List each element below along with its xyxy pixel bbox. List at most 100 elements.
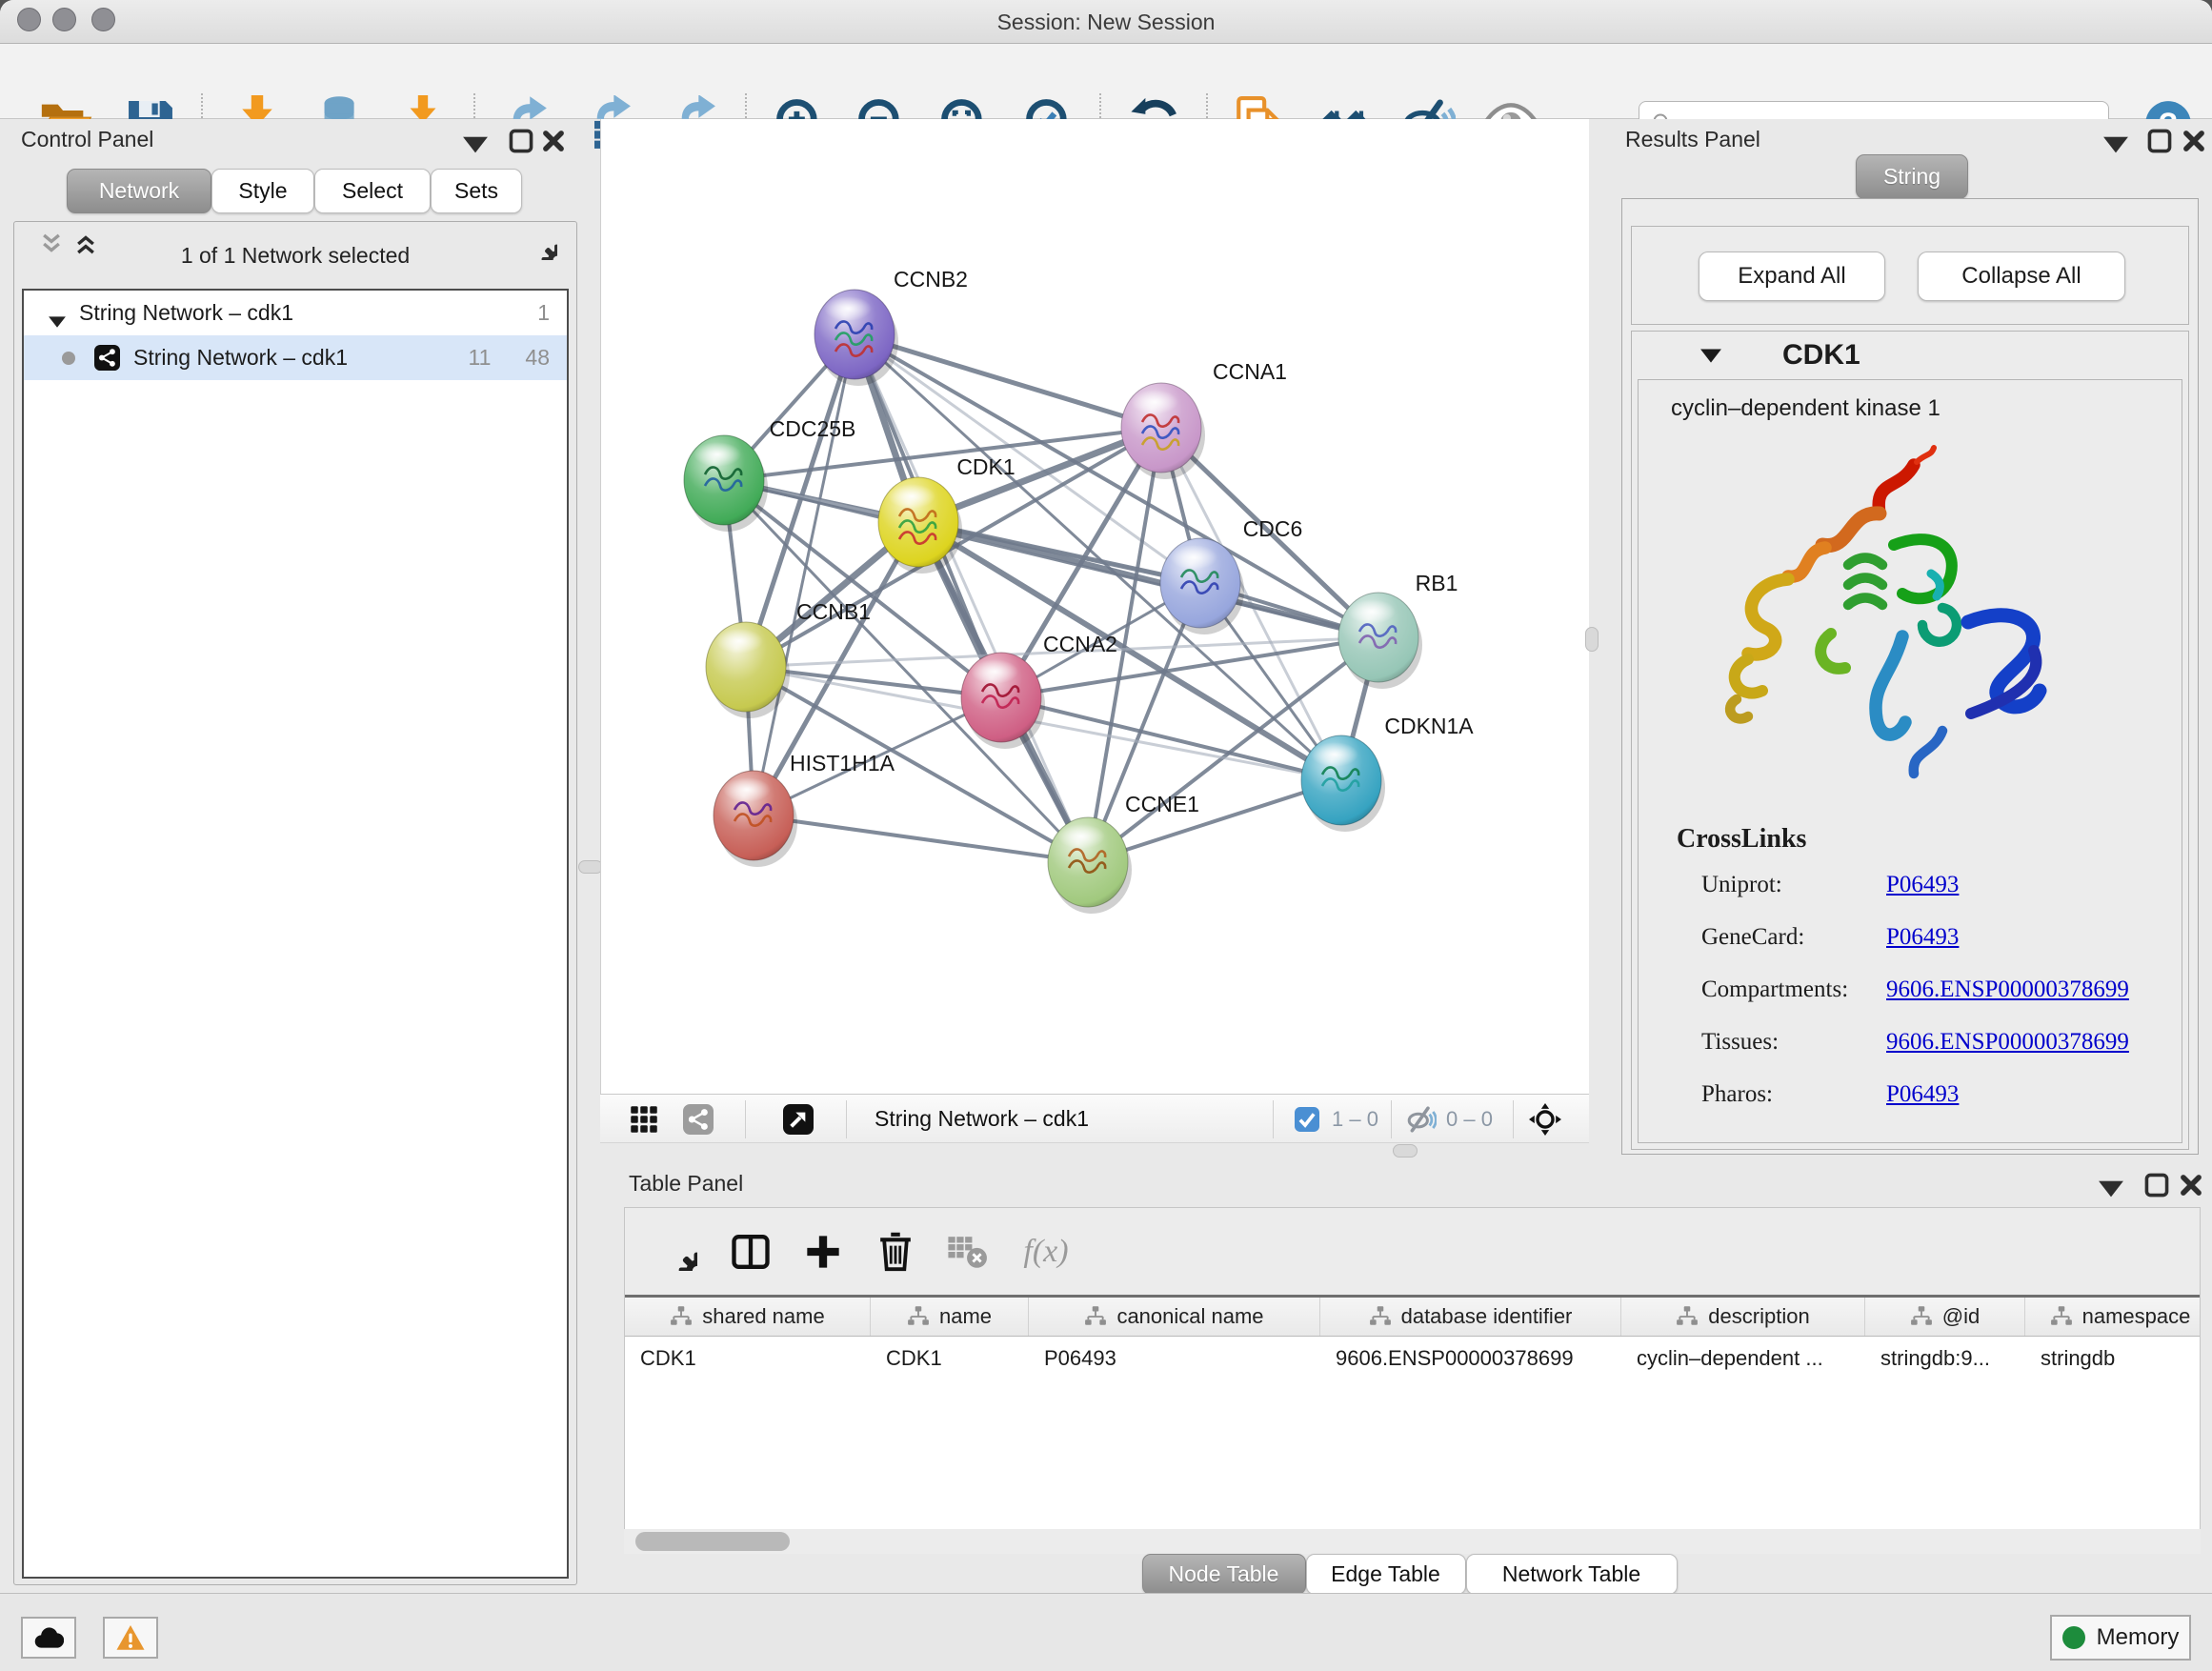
network-row[interactable]: String Network – cdk1 11 48 bbox=[24, 335, 567, 380]
node-RB1[interactable] bbox=[1338, 593, 1422, 689]
node-CCNA1[interactable] bbox=[1121, 383, 1205, 479]
column-header-name[interactable]: name bbox=[871, 1298, 1029, 1336]
gear-icon[interactable] bbox=[525, 228, 557, 260]
table-settings-gear-icon[interactable] bbox=[659, 1233, 697, 1271]
node-table[interactable]: shared namenamecanonical namedatabase id… bbox=[624, 1295, 2201, 1529]
node-CDKN1A[interactable] bbox=[1301, 735, 1385, 832]
expand-collapse-bar: Expand All Collapse All bbox=[1631, 226, 2189, 325]
column-header-canonicalname[interactable]: canonical name bbox=[1029, 1298, 1320, 1336]
delete-column-icon[interactable] bbox=[877, 1232, 914, 1272]
table-toolbar: f(x) bbox=[624, 1207, 2201, 1295]
hidden-eye-icon[interactable] bbox=[1406, 1105, 1437, 1134]
table-header-row: shared namenamecanonical namedatabase id… bbox=[625, 1295, 2200, 1337]
crosslink-link[interactable]: P06493 bbox=[1886, 872, 1959, 897]
tree-expander-icon[interactable] bbox=[49, 308, 66, 319]
crosslink-label: Tissues: bbox=[1701, 1029, 1886, 1056]
grid-view-icon[interactable] bbox=[630, 1105, 658, 1134]
tab-string[interactable]: String bbox=[1856, 154, 1968, 199]
close-panel-icon[interactable] bbox=[541, 129, 566, 153]
memory-button[interactable]: Memory bbox=[2050, 1615, 2191, 1661]
cell-id[interactable]: stringdb:9... bbox=[1865, 1346, 2025, 1371]
scrollbar-thumb[interactable] bbox=[635, 1532, 790, 1551]
tab-sets[interactable]: Sets bbox=[431, 169, 522, 213]
control-panel-title: Control Panel bbox=[21, 127, 153, 152]
node-CCNE1[interactable] bbox=[1048, 817, 1132, 914]
network-share-icon[interactable] bbox=[683, 1104, 714, 1135]
column-label: @id bbox=[1942, 1304, 1980, 1329]
cell-sharedname[interactable]: CDK1 bbox=[625, 1346, 871, 1371]
cell-canonicalname[interactable]: P06493 bbox=[1029, 1346, 1320, 1371]
selected-counts: 1 – 0 bbox=[1332, 1107, 1378, 1132]
cell-databaseidentifier[interactable]: 9606.ENSP00000378699 bbox=[1320, 1346, 1621, 1371]
tab-style[interactable]: Style bbox=[211, 169, 314, 213]
edge-CCNB2-CCNA1[interactable] bbox=[855, 334, 1161, 428]
close-panel-icon[interactable] bbox=[2179, 1173, 2203, 1198]
network-tab-content: 1 of 1 Network selected String Network –… bbox=[13, 221, 577, 1585]
function-builder-icon[interactable]: f(x) bbox=[1023, 1234, 1068, 1270]
show-columns-icon[interactable] bbox=[732, 1233, 770, 1271]
float-panel-icon[interactable] bbox=[2144, 1173, 2169, 1198]
vertical-splitter-handle[interactable] bbox=[1585, 627, 1599, 652]
network-collection-row[interactable]: String Network – cdk1 1 bbox=[24, 291, 567, 335]
crosslink-link[interactable]: P06493 bbox=[1886, 924, 1959, 950]
node-label-HIST1H1A: HIST1H1A bbox=[790, 751, 895, 775]
column-header-sharedname[interactable]: shared name bbox=[625, 1298, 871, 1336]
warning-status-button[interactable] bbox=[103, 1617, 158, 1659]
string-network-graph[interactable]: CCNB2CCNA1CDC25BCDK1CDC6RB1CCNB1CCNA2HIS… bbox=[601, 119, 1590, 1094]
horizontal-splitter-handle[interactable] bbox=[1393, 1144, 1418, 1158]
node-CCNA2[interactable] bbox=[961, 653, 1045, 749]
panel-menu-icon[interactable] bbox=[463, 132, 488, 157]
close-panel-icon[interactable] bbox=[2182, 129, 2206, 153]
float-panel-icon[interactable] bbox=[2147, 129, 2172, 153]
tree-icon bbox=[670, 1306, 693, 1327]
cell-namespace[interactable]: stringdb bbox=[2025, 1346, 2201, 1371]
toolbar-divider bbox=[846, 1100, 847, 1138]
column-header-namespace[interactable]: namespace bbox=[2025, 1298, 2201, 1336]
tab-edge-table[interactable]: Edge Table bbox=[1306, 1554, 1466, 1595]
edge-HIST1H1A-CCNE1[interactable] bbox=[754, 815, 1088, 862]
table-horizontal-scrollbar[interactable] bbox=[624, 1529, 2201, 1554]
node-CDC25B[interactable] bbox=[684, 435, 768, 532]
crosslinks-title: CrossLinks bbox=[1677, 824, 1806, 855]
cell-name[interactable]: CDK1 bbox=[871, 1346, 1029, 1371]
delete-table-icon[interactable] bbox=[948, 1234, 988, 1270]
crosslink-link[interactable]: 9606.ENSP00000378699 bbox=[1886, 976, 2129, 1002]
node-CCNB2[interactable] bbox=[814, 290, 898, 386]
network-edges[interactable] bbox=[724, 334, 1378, 862]
expand-all-button[interactable]: Expand All bbox=[1699, 252, 1885, 301]
birdseye-view-icon[interactable] bbox=[783, 1104, 814, 1135]
column-header-databaseidentifier[interactable]: database identifier bbox=[1320, 1298, 1621, 1336]
add-column-icon[interactable] bbox=[804, 1233, 842, 1271]
collapse-card-icon[interactable] bbox=[1700, 349, 1721, 363]
crosslink-link[interactable]: 9606.ENSP00000378699 bbox=[1886, 1029, 2129, 1055]
edge-CDK1-RB1[interactable] bbox=[918, 522, 1378, 637]
crosslink-label: Compartments: bbox=[1701, 976, 1886, 1003]
column-label: description bbox=[1708, 1304, 1809, 1329]
crosslink-link[interactable]: P06493 bbox=[1886, 1081, 1959, 1107]
status-bar: Memory bbox=[0, 1593, 2212, 1671]
column-header-id[interactable]: @id bbox=[1865, 1298, 2025, 1336]
cloud-status-button[interactable] bbox=[21, 1617, 76, 1659]
tab-select[interactable]: Select bbox=[314, 169, 431, 213]
table-panel-title: Table Panel bbox=[629, 1171, 743, 1197]
cdk1-card-header[interactable]: CDK1 bbox=[1632, 332, 2188, 379]
crosshair-icon[interactable] bbox=[1529, 1103, 1561, 1136]
node-label-CCNE1: CCNE1 bbox=[1125, 792, 1199, 816]
node-CDK1[interactable] bbox=[878, 477, 962, 574]
collapse-all-button[interactable]: Collapse All bbox=[1918, 252, 2125, 301]
column-header-description[interactable]: description bbox=[1621, 1298, 1865, 1336]
results-panel: Results Panel String Expand All Collapse… bbox=[1612, 119, 2212, 1155]
tab-network[interactable]: Network bbox=[67, 169, 211, 213]
panel-menu-icon[interactable] bbox=[2099, 1177, 2123, 1201]
float-panel-icon[interactable] bbox=[509, 129, 533, 153]
selected-checkbox-icon[interactable] bbox=[1295, 1107, 1319, 1132]
table-row[interactable]: CDK1CDK1P064939606.ENSP00000378699cyclin… bbox=[625, 1337, 2200, 1380]
edge-CCNB2-CCNE1[interactable] bbox=[855, 334, 1088, 862]
network-canvas[interactable]: CCNB2CCNA1CDC25BCDK1CDC6RB1CCNB1CCNA2HIS… bbox=[600, 119, 1589, 1094]
tab-node-table[interactable]: Node Table bbox=[1142, 1554, 1306, 1595]
edge-CCNB2-HIST1H1A[interactable] bbox=[754, 334, 855, 815]
panel-menu-icon[interactable] bbox=[2103, 132, 2128, 157]
cell-description[interactable]: cyclin–dependent ... bbox=[1621, 1346, 1865, 1371]
tab-network-table[interactable]: Network Table bbox=[1466, 1554, 1678, 1595]
node-HIST1H1A[interactable] bbox=[714, 771, 797, 867]
